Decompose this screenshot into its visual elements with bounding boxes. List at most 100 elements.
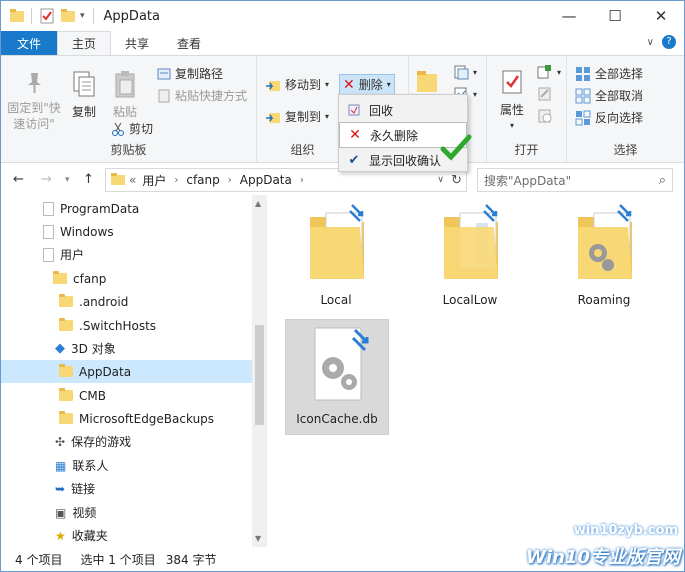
nav-item-contacts[interactable]: ▦ 联系人 bbox=[1, 454, 252, 477]
invert-selection-button[interactable]: 反向选择 bbox=[575, 109, 643, 126]
breadcrumb-chevron-icon[interactable]: › bbox=[174, 175, 178, 186]
breadcrumb-chevron-icon[interactable]: › bbox=[228, 175, 232, 186]
folder-icon bbox=[59, 318, 73, 331]
edit-icon bbox=[538, 87, 551, 101]
move-to-button[interactable]: 移动到 ▾ bbox=[265, 76, 329, 93]
nav-item-saved-games[interactable]: ✣ 保存的游戏 bbox=[1, 430, 252, 453]
tab-share[interactable]: 共享 bbox=[111, 31, 163, 55]
nav-label: 收藏夹 bbox=[71, 529, 108, 543]
nav-item-favorites[interactable]: ★ 收藏夹 bbox=[1, 524, 252, 547]
properties-button[interactable]: 属性 ▾ bbox=[493, 68, 531, 134]
nav-item-links[interactable]: ➥ 链接 bbox=[1, 477, 252, 500]
nav-item-cmb[interactable]: CMB bbox=[1, 384, 252, 407]
scroll-up-icon[interactable]: ▲ bbox=[255, 199, 261, 208]
copy-to-button[interactable]: 复制到 ▾ bbox=[265, 108, 329, 125]
paste-button[interactable]: 粘贴 bbox=[105, 70, 145, 120]
edit-button[interactable] bbox=[537, 86, 553, 102]
breadcrumb-item[interactable]: 用户 bbox=[142, 172, 166, 189]
file-item-roaming[interactable]: Roaming bbox=[552, 203, 656, 321]
breadcrumb-overflow[interactable]: « bbox=[129, 173, 136, 187]
select-none-button[interactable]: 全部取消 bbox=[575, 87, 643, 104]
ribbon-tabs: 文件 主页 共享 查看 ∨ ? bbox=[1, 31, 684, 55]
folder-path-icon bbox=[111, 172, 125, 188]
up-button[interactable]: ↑ bbox=[83, 172, 94, 187]
nav-item-android[interactable]: .android bbox=[1, 290, 252, 313]
folder-icon bbox=[43, 201, 54, 216]
scroll-down-icon[interactable]: ▼ bbox=[255, 534, 261, 543]
refresh-icon[interactable]: ↻ bbox=[451, 173, 462, 188]
address-dropdown-icon[interactable]: ∨ bbox=[437, 175, 444, 185]
breadcrumb-item[interactable]: cfanp bbox=[186, 173, 219, 187]
forward-button[interactable]: → bbox=[41, 172, 52, 187]
customize-toolbar-icon[interactable]: ▾ bbox=[80, 11, 85, 21]
watermark-brand: Win10专业版官网 bbox=[526, 547, 680, 568]
help-icon[interactable]: ? bbox=[662, 35, 676, 49]
pin-quick-access-button[interactable]: 固定到"快 速访问" bbox=[5, 70, 63, 132]
explorer-window: ▾ AppData — ☐ ✕ 文件 主页 共享 查看 ∨ ? 固定到"快 速访… bbox=[0, 0, 685, 572]
cut-button[interactable]: 剪切 bbox=[111, 120, 153, 137]
menu-item-recycle[interactable]: 回收 bbox=[339, 97, 467, 123]
paste-shortcut-icon bbox=[158, 89, 170, 102]
copy-path-button[interactable]: 复制路径 bbox=[157, 65, 223, 82]
nav-item-cfanp[interactable]: cfanp bbox=[1, 267, 252, 290]
file-name: IconCache.db bbox=[296, 412, 378, 426]
copy-button[interactable]: 复制 bbox=[65, 70, 103, 120]
nav-scrollbar[interactable]: ▲ ▼ bbox=[252, 195, 267, 547]
history-icon bbox=[538, 109, 552, 123]
nav-item-users[interactable]: 用户 bbox=[1, 243, 252, 266]
menu-item-label: 永久删除 bbox=[370, 128, 419, 143]
tab-home[interactable]: 主页 bbox=[57, 31, 112, 55]
title-bar: ▾ AppData — ☐ ✕ bbox=[1, 1, 684, 31]
breadcrumb-chevron-icon[interactable]: › bbox=[300, 175, 304, 186]
nav-item-windows[interactable]: Windows bbox=[1, 220, 252, 243]
select-none-label: 全部取消 bbox=[595, 89, 644, 103]
nav-item-programdata[interactable]: ProgramData bbox=[1, 197, 252, 220]
maximize-button[interactable]: ☐ bbox=[592, 1, 638, 31]
cube-icon: ◆ bbox=[55, 341, 65, 356]
tab-file[interactable]: 文件 bbox=[1, 31, 58, 55]
nav-label: Windows bbox=[60, 224, 114, 239]
back-button[interactable]: ← bbox=[13, 172, 24, 187]
file-item-iconcache[interactable]: IconCache.db bbox=[285, 319, 389, 435]
paste-shortcut-button[interactable]: 粘贴快捷方式 bbox=[157, 87, 247, 104]
pin-label: 固定到"快 速访问" bbox=[7, 101, 61, 131]
breadcrumb-item[interactable]: AppData bbox=[240, 173, 292, 187]
properties-icon[interactable] bbox=[40, 8, 54, 24]
select-all-button[interactable]: 全部选择 bbox=[575, 65, 643, 82]
file-item-locallow[interactable]: LocalLow bbox=[418, 203, 522, 321]
new-item-button[interactable]: ▾ bbox=[453, 64, 477, 80]
divider bbox=[92, 8, 94, 24]
recycle-icon bbox=[339, 103, 369, 117]
nav-item-edge-backups[interactable]: MicrosoftEdgeBackups bbox=[1, 407, 252, 430]
open-button[interactable]: ▾ bbox=[537, 64, 561, 80]
nav-label: 用户 bbox=[60, 248, 85, 262]
delete-dropdown-icon: ▾ bbox=[386, 80, 391, 89]
scroll-thumb[interactable] bbox=[255, 325, 264, 425]
delete-x-icon: ✕ bbox=[349, 127, 361, 143]
collapse-ribbon-icon[interactable]: ∨ bbox=[647, 37, 654, 48]
folder-icon bbox=[59, 364, 73, 377]
open-group: 属性 ▾ ▾ 打开 bbox=[487, 56, 567, 162]
nav-item-switchhosts[interactable]: .SwitchHosts bbox=[1, 314, 252, 337]
nav-item-appdata[interactable]: AppData bbox=[1, 360, 252, 383]
system-folder-icon bbox=[304, 203, 368, 283]
file-item-local[interactable]: Local bbox=[284, 203, 388, 321]
history-button[interactable] bbox=[537, 108, 553, 124]
delete-button[interactable]: ✕ 删除 ▾ bbox=[339, 74, 395, 95]
new-folder-icon bbox=[417, 71, 437, 92]
close-button[interactable]: ✕ bbox=[638, 1, 684, 31]
search-input[interactable]: 搜索"AppData" ⌕ bbox=[477, 168, 673, 192]
select-all-label: 全部选择 bbox=[595, 67, 644, 81]
invert-selection-label: 反向选择 bbox=[595, 111, 644, 125]
select-group-label: 选择 bbox=[613, 143, 638, 157]
item-count: 4 个项目 bbox=[15, 552, 63, 567]
tab-view[interactable]: 查看 bbox=[163, 31, 215, 55]
quick-access-toolbar: ▾ bbox=[9, 8, 96, 24]
recent-locations-icon[interactable]: ▾ bbox=[65, 175, 70, 185]
minimize-button[interactable]: — bbox=[546, 1, 592, 31]
watermark-url: win10zyb.com bbox=[573, 523, 678, 538]
paste-shortcut-label: 粘贴快捷方式 bbox=[175, 89, 248, 103]
nav-item-videos[interactable]: ▣ 视频 bbox=[1, 501, 252, 524]
new-folder-icon[interactable] bbox=[60, 8, 75, 24]
nav-item-3d-objects[interactable]: ◆ 3D 对象 bbox=[1, 337, 252, 360]
